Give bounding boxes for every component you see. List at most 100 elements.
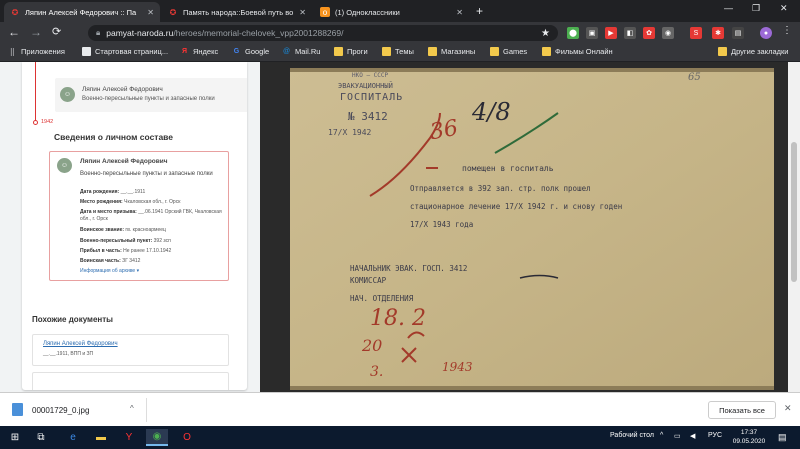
- notifications-icon[interactable]: ▤: [778, 432, 787, 443]
- maximize-button[interactable]: ❐: [752, 3, 760, 14]
- archive-info-link[interactable]: Информация об архиве ▾: [80, 268, 139, 274]
- windows-start-icon[interactable]: ⊞: [4, 429, 26, 446]
- close-icon[interactable]: ✕: [784, 403, 792, 414]
- bookmark-start-page[interactable]: Стартовая страниц...: [82, 47, 168, 56]
- close-icon[interactable]: ✕: [456, 8, 463, 17]
- bookmark-folder-temy[interactable]: Темы: [382, 47, 414, 56]
- google-icon: G: [233, 48, 240, 55]
- close-icon[interactable]: ✕: [299, 8, 306, 17]
- tab-boevoy-put[interactable]: ✪ Память народа::Боевой путь во ✕: [162, 2, 312, 22]
- extension-icon[interactable]: ◧: [624, 27, 636, 39]
- extension-icon[interactable]: ✱: [712, 27, 724, 39]
- tab-bar: ✪ Ляпин Алексей Федорович :: Па ✕ ✪ Памя…: [0, 0, 800, 22]
- extension-icon[interactable]: ▶: [605, 27, 617, 39]
- similar-doc-sub: __.__.1911, ВПП и ЗП: [43, 351, 94, 357]
- similar-doc-link[interactable]: Ляпин Алексей Федорович: [43, 341, 118, 347]
- new-tab-button[interactable]: +: [476, 4, 483, 18]
- field-transit-point: Военно-пересыльный пункт: 392 зсп: [80, 238, 171, 244]
- record-card: ☺ Ляпин Алексей Федорович Военно-пересыл…: [49, 151, 229, 281]
- mail-icon: @: [282, 48, 291, 55]
- clock-time: 17:37: [740, 429, 758, 436]
- record-name: Ляпин Алексей Федорович: [80, 158, 168, 165]
- bookmark-apps[interactable]: ⣿ Приложения: [8, 47, 65, 56]
- extension-icon[interactable]: S: [690, 27, 702, 39]
- url-path: /heroes/memorial-chelovek_vpp2001288269/: [173, 28, 344, 38]
- tray-chevron-icon[interactable]: ^: [660, 432, 663, 439]
- forward-icon[interactable]: →: [30, 25, 42, 39]
- chrome-icon[interactable]: ◉: [146, 429, 168, 446]
- person-icon: ☺: [57, 158, 72, 173]
- handwritten-mark: 3.: [370, 364, 384, 380]
- typed-line: помещен в госпиталь: [462, 164, 554, 173]
- file-explorer-icon[interactable]: ▬: [90, 429, 112, 446]
- address-input[interactable]: 🔒︎ pamyat-naroda.ru/heroes/memorial-chel…: [88, 25, 558, 41]
- folder-icon: [718, 47, 727, 56]
- network-icon[interactable]: ▭: [674, 432, 681, 440]
- bookmark-folder-games[interactable]: Games: [490, 47, 527, 56]
- chevron-up-icon[interactable]: ^: [130, 404, 134, 413]
- bookmark-other[interactable]: Другие закладки: [718, 47, 788, 56]
- close-icon[interactable]: ✕: [147, 8, 154, 17]
- info-panel: ☺ Ляпин Алексей Федорович Военно-пересыл…: [22, 62, 247, 390]
- download-bar: 00001729_0.jpg ^ Показать все ✕: [0, 392, 800, 426]
- typed-line: Отправляется в 392 зап. стр. полк прошел: [410, 184, 591, 193]
- bookmark-folder-films[interactable]: Фильмы Онлайн: [542, 47, 613, 56]
- field-birth-place: Место рождения: Чкаловская обл., г. Орск: [80, 199, 181, 205]
- avatar[interactable]: ●: [760, 27, 772, 39]
- edge-icon[interactable]: e: [62, 429, 84, 446]
- typed-line: КОМИССАР: [350, 276, 387, 285]
- close-window-button[interactable]: ✕: [780, 3, 788, 14]
- page-scrollbar[interactable]: [788, 62, 800, 392]
- bookmark-yandex[interactable]: Я Яндекс: [180, 47, 218, 56]
- scrollbar-thumb[interactable]: [791, 142, 797, 282]
- clock-date: 09.05.2020: [732, 438, 766, 445]
- extension-icon[interactable]: ◉: [662, 27, 674, 39]
- bookmark-folder-magaziny[interactable]: Магазины: [428, 47, 475, 56]
- opera-icon[interactable]: O: [176, 429, 198, 446]
- record-org: Военно-пересыльные пункты и запасные пол…: [82, 96, 215, 102]
- tab-odnoklassniki[interactable]: о (1) Одноклассники ✕: [314, 2, 469, 22]
- tab-lyapin[interactable]: ✪ Ляпин Алексей Федорович :: Па ✕: [4, 2, 160, 22]
- clock[interactable]: 17:37 09.05.2020: [727, 428, 771, 446]
- top-record-card[interactable]: ☺ Ляпин Алексей Федорович Военно-пересыл…: [55, 78, 247, 112]
- divider: [146, 398, 147, 422]
- bookmark-folder-progi[interactable]: Проги: [334, 47, 368, 56]
- minimize-button[interactable]: —: [724, 3, 733, 13]
- timeline-dot: [33, 120, 38, 125]
- bookmark-star-icon[interactable]: ★: [541, 28, 550, 39]
- bookmark-label: Другие закладки: [731, 47, 789, 56]
- menu-icon[interactable]: ⋮: [782, 25, 792, 36]
- extension-icon[interactable]: ▣: [586, 27, 598, 39]
- show-all-button[interactable]: Показать все: [708, 401, 776, 419]
- folder-icon: [382, 47, 391, 56]
- bookmark-mailru[interactable]: @ Mail.Ru: [282, 47, 321, 56]
- extension-icon[interactable]: ✿: [643, 27, 655, 39]
- handwritten-mark: 1943: [442, 360, 473, 374]
- extension-icon[interactable]: ▤: [732, 27, 744, 39]
- star-icon: ✪: [169, 7, 177, 17]
- similar-doc-card[interactable]: [32, 372, 229, 390]
- typed-line: НАЧ. ОТДЕЛЕНИЯ: [350, 294, 414, 303]
- back-icon[interactable]: ←: [8, 25, 20, 39]
- bookmark-label: Приложения: [21, 47, 65, 56]
- similar-docs-title: Похожие документы: [32, 315, 113, 324]
- field-rank: Воинское звание: гв. красноармеец: [80, 227, 166, 233]
- similar-doc-card[interactable]: Ляпин Алексей Федорович __.__.1911, ВПП …: [32, 334, 229, 366]
- download-file-name[interactable]: 00001729_0.jpg: [32, 406, 89, 415]
- folder-icon: [428, 47, 437, 56]
- scanned-document[interactable]: НКО — СССР ЭВАКУАЦИОННЫЙ ГОСПИТАЛЬ № 341…: [290, 68, 774, 390]
- bookmark-label: Стартовая страниц...: [95, 47, 169, 56]
- image-file-icon: [12, 403, 23, 416]
- lock-icon: 🔒︎: [96, 28, 101, 37]
- bookmarks-bar: ⣿ Приложения Стартовая страниц... Я Янде…: [0, 44, 800, 62]
- typed-line: стационарное лечение 17/X 1942 г. и снов…: [410, 202, 623, 211]
- field-draft: Дата и место призыва: __.06.1941 Орский …: [80, 209, 222, 222]
- bookmark-google[interactable]: G Google: [232, 47, 269, 56]
- task-view-icon[interactable]: ⧉: [30, 429, 52, 446]
- yandex-browser-icon[interactable]: Y: [118, 429, 140, 446]
- desktop-label[interactable]: Рабочий стол: [610, 432, 654, 439]
- extension-icon[interactable]: ⬤: [567, 27, 579, 39]
- reload-icon[interactable]: ⟳: [52, 25, 61, 38]
- volume-icon[interactable]: ◀︎: [690, 432, 695, 440]
- language-indicator[interactable]: РУС: [708, 432, 722, 439]
